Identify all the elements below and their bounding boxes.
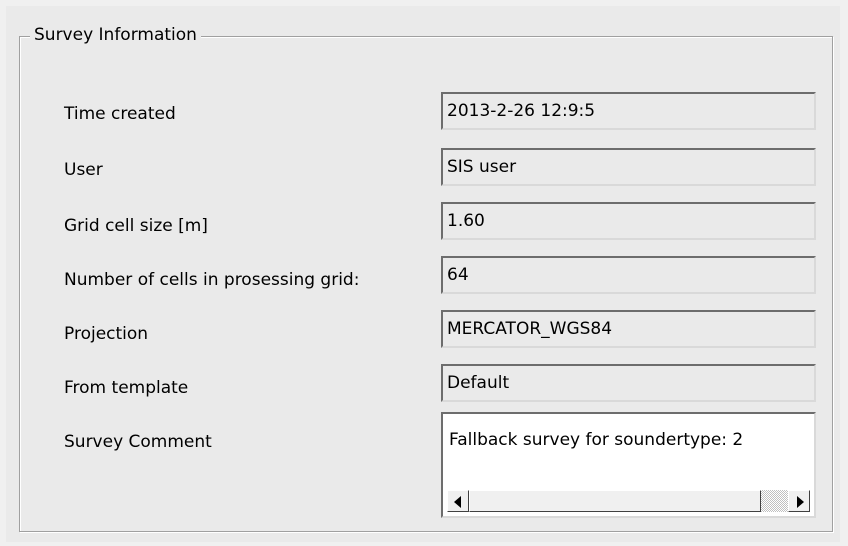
group-title: Survey Information: [30, 21, 201, 49]
scroll-left-arrow-icon: [454, 496, 461, 508]
from-template-field: Default: [441, 364, 816, 402]
processing-grid-cells-field: 64: [441, 256, 816, 294]
projection-field: MERCATOR_WGS84: [441, 310, 816, 348]
time-created-label: Time created: [64, 104, 176, 124]
survey-comment-text: Fallback survey for soundertype: 2: [449, 430, 744, 450]
survey-comment-label: Survey Comment: [64, 432, 212, 452]
user-label: User: [64, 160, 103, 180]
scroll-left-button[interactable]: [447, 490, 469, 512]
projection-label: Projection: [64, 324, 149, 344]
processing-grid-cells-label: Number of cells in prosessing grid:: [64, 270, 360, 290]
time-created-field: 2013-2-26 12:9:5: [441, 92, 816, 130]
survey-information-group: Survey Information Time created 2013-2-2…: [6, 6, 840, 542]
from-template-label: From template: [64, 378, 189, 398]
scroll-right-arrow-icon: [797, 496, 804, 508]
user-field: SIS user: [441, 148, 816, 186]
scrollbar-track[interactable]: [761, 490, 788, 512]
scroll-right-button[interactable]: [788, 490, 810, 512]
comment-horizontal-scrollbar[interactable]: [447, 490, 810, 512]
survey-comment-field[interactable]: Fallback survey for soundertype: 2: [441, 412, 816, 518]
scrollbar-thumb[interactable]: [469, 490, 761, 512]
grid-cell-size-field: 1.60: [441, 202, 816, 240]
grid-cell-size-label: Grid cell size [m]: [64, 216, 208, 236]
